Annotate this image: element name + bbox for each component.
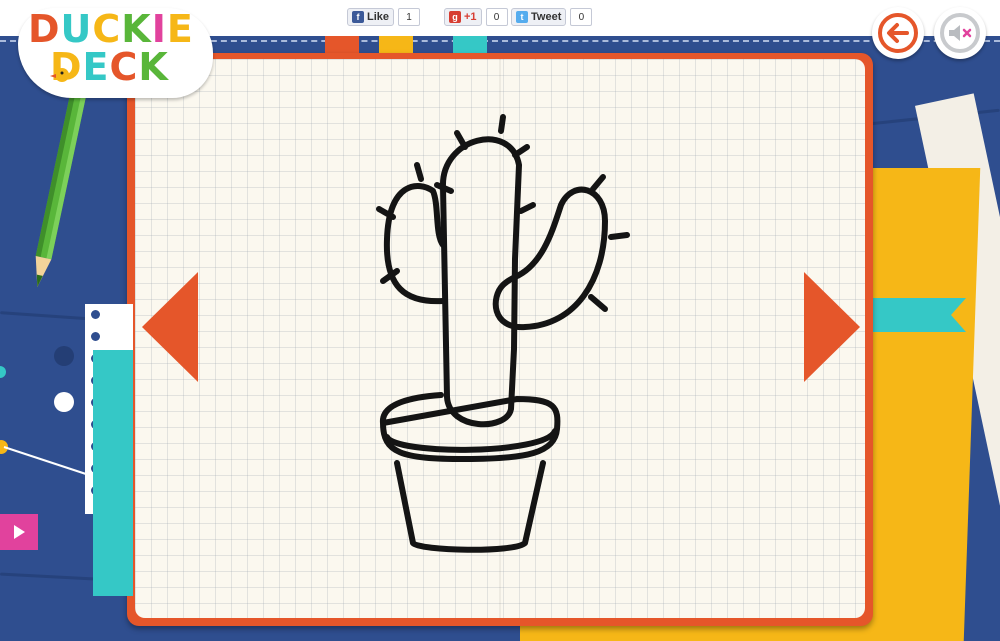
spiral-hole — [91, 332, 100, 341]
triangle-left-icon — [142, 272, 198, 382]
play-button[interactable] — [0, 514, 38, 550]
next-button[interactable] — [804, 272, 860, 382]
play-icon — [14, 525, 25, 539]
teal-strip — [93, 350, 133, 596]
google-plus-icon: g — [449, 11, 461, 23]
google-plus-one[interactable]: g +1 0 — [444, 8, 508, 26]
tweet-count: 0 — [570, 8, 593, 26]
duck-icon — [50, 68, 69, 82]
arrow-left-icon — [887, 23, 909, 43]
tweet-label: Tweet — [531, 11, 562, 23]
google-plus-count: 0 — [485, 8, 508, 26]
facebook-icon: f — [352, 11, 364, 23]
spiral-hole — [91, 310, 100, 319]
facebook-like[interactable]: f Like 1 — [347, 8, 421, 26]
google-plus-label: +1 — [464, 11, 477, 23]
facebook-like-button[interactable]: f Like — [347, 8, 395, 26]
logo-letter: E — [166, 7, 194, 51]
logo-letter: E — [82, 45, 110, 89]
sound-toggle-button[interactable] — [934, 7, 986, 59]
duckie-deck-logo[interactable]: DUCKIE DECK — [18, 2, 218, 102]
drawing-page — [135, 59, 865, 618]
tweet-button[interactable]: t Tweet — [511, 8, 567, 26]
twitter-tweet[interactable]: t Tweet 0 — [511, 8, 593, 26]
back-button-ring — [878, 13, 918, 53]
facebook-like-label: Like — [367, 11, 390, 23]
sound-button-ring — [940, 13, 980, 53]
cactus-in-pot-icon — [376, 114, 630, 553]
pencil-icon — [35, 84, 86, 288]
notebook — [127, 53, 873, 626]
bookmark-ribbon — [866, 298, 966, 332]
speaker-muted-icon — [949, 25, 972, 41]
logo-line-1: DUCKIE — [28, 10, 194, 48]
logo-letter: K — [138, 45, 169, 89]
google-plus-button[interactable]: g +1 — [444, 8, 482, 26]
logo-letter: C — [109, 45, 139, 89]
back-button[interactable] — [872, 7, 924, 59]
triangle-right-icon — [804, 272, 860, 382]
twitter-bird-icon: t — [516, 11, 528, 23]
previous-button[interactable] — [142, 272, 198, 382]
facebook-like-count: 1 — [398, 8, 421, 26]
